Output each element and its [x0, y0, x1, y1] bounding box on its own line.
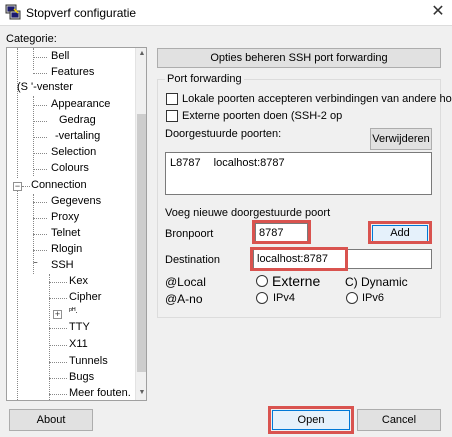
radio-local-label: @Local	[165, 275, 206, 289]
tree-branch	[33, 234, 47, 235]
scroll-up-icon[interactable]: ▲	[137, 48, 146, 60]
remote-ports-label: Externe poorten doen (SSH-2 op	[182, 110, 343, 122]
tree-item-ssh[interactable]: SSH	[51, 259, 74, 271]
tree-branch	[49, 345, 67, 346]
tree-item-selection[interactable]: Selection	[51, 146, 96, 158]
tree-item-colours[interactable]: Colours	[51, 162, 89, 174]
tree-item-more-bugs[interactable]: Meer fouten.	[69, 387, 131, 399]
local-accept-label: Lokale poorten accepteren verbindingen v…	[182, 93, 452, 105]
collapse-connection-icon[interactable]: −	[13, 182, 22, 191]
add-new-label: Voeg nieuwe doorgestuurde poort	[165, 207, 331, 219]
radio-remote-label: Externe	[272, 273, 321, 289]
panel-header: Opties beheren SSH port forwarding	[157, 48, 441, 68]
tree-branch	[49, 282, 67, 283]
tree-branch	[33, 57, 47, 58]
tree-item-bugs[interactable]: Bugs	[69, 371, 94, 383]
tree-guide	[49, 274, 50, 400]
tree-item-bell[interactable]: Bell	[51, 50, 69, 62]
tree-guide	[17, 48, 18, 178]
tree-branch	[33, 73, 47, 74]
forwarded-ports-label: Doorgestuurde poorten:	[165, 128, 282, 140]
close-icon[interactable]: ✕	[428, 2, 448, 22]
tree-branch	[33, 202, 47, 203]
destination-highlight	[250, 247, 348, 271]
tree-branch	[49, 378, 67, 379]
forwarded-ports-list[interactable]: L8787 localhost:8787	[165, 152, 432, 195]
category-label: Categorie:	[6, 33, 57, 45]
tree-branch	[49, 394, 67, 395]
tree-branch	[33, 169, 47, 170]
forwarded-port: L8787	[170, 157, 201, 169]
remote-ports-checkbox[interactable]	[166, 110, 178, 122]
tree-branch	[33, 121, 47, 122]
scroll-thumb[interactable]	[137, 114, 146, 372]
tree-item-kex[interactable]: Kex	[69, 275, 88, 287]
source-port-highlight	[252, 220, 311, 244]
tree-guide	[33, 48, 34, 70]
tree-branch	[49, 298, 67, 299]
radio-ipv4-label: IPv4	[273, 292, 296, 304]
scroll-down-icon[interactable]: ▼	[137, 387, 146, 399]
expand-auth-icon[interactable]: +	[53, 310, 62, 319]
radio-ipv4[interactable]	[256, 292, 268, 304]
tree-item-tty[interactable]: TTY	[69, 321, 90, 333]
tree-branch	[22, 186, 30, 187]
tree-guide	[33, 96, 34, 176]
tree-item-features[interactable]: Features	[51, 66, 94, 78]
source-port-label: Bronpoort	[165, 228, 214, 240]
tree-item-appearance[interactable]: Appearance	[51, 98, 110, 110]
tree-item-behaviour[interactable]: Gedrag	[59, 114, 96, 126]
tree-branch	[49, 328, 67, 329]
radio-ipv6-label: IPv6	[362, 292, 385, 304]
group-title: Port forwarding	[165, 73, 244, 85]
window-title: Stopverf configuratie	[26, 6, 137, 20]
category-tree[interactable]: Bell Features (S '-venster Appearance Ge…	[6, 47, 147, 401]
open-button-highlight	[268, 406, 354, 434]
tree-branch	[33, 105, 47, 106]
add-button-highlight	[368, 221, 432, 244]
tree-item-window[interactable]: (S '-venster	[17, 81, 73, 93]
tree-item-data[interactable]: Gegevens	[51, 195, 101, 207]
putty-icon	[5, 4, 21, 20]
ssh-expander-icon[interactable]: −	[33, 258, 38, 267]
radio-remote[interactable]	[256, 275, 268, 287]
radio-dynamic-label[interactable]: C) Dynamic	[345, 275, 408, 289]
tree-item-translation[interactable]: -vertaling	[55, 130, 100, 142]
tree-scrollbar[interactable]: ▲ ▼	[135, 48, 146, 400]
radio-auto-label[interactable]: @A-no	[165, 292, 203, 306]
tree-item-connection[interactable]: Connection	[31, 179, 87, 191]
tree-item-proxy[interactable]: Proxy	[51, 211, 79, 223]
remove-button[interactable]: Verwijderen	[370, 128, 432, 150]
tree-branch	[33, 250, 47, 251]
tree-item-auth[interactable]: ᵖᴴ.	[69, 306, 78, 315]
tree-item-rlogin[interactable]: Rlogin	[51, 243, 82, 255]
destination-label: Destination	[165, 254, 221, 266]
forwarded-dest: localhost:8787	[213, 157, 285, 169]
tree-item-tunnels[interactable]: Tunnels	[69, 355, 108, 367]
tree-branch	[33, 137, 47, 138]
tree-branch	[33, 218, 47, 219]
tree-branch	[49, 362, 67, 363]
radio-ipv6[interactable]	[346, 292, 358, 304]
local-accept-checkbox[interactable]	[166, 93, 178, 105]
title-bar: Stopverf configuratie ✕	[0, 0, 452, 26]
tree-item-cipher[interactable]: Cipher	[69, 291, 101, 303]
list-item[interactable]: L8787 localhost:8787	[170, 157, 285, 169]
tree-guide	[17, 190, 18, 400]
tree-item-x11[interactable]: X11	[69, 338, 88, 350]
tree-branch	[33, 153, 47, 154]
cancel-button[interactable]: Cancel	[357, 409, 441, 431]
about-button[interactable]: About	[9, 409, 93, 431]
tree-item-telnet[interactable]: Telnet	[51, 227, 80, 239]
